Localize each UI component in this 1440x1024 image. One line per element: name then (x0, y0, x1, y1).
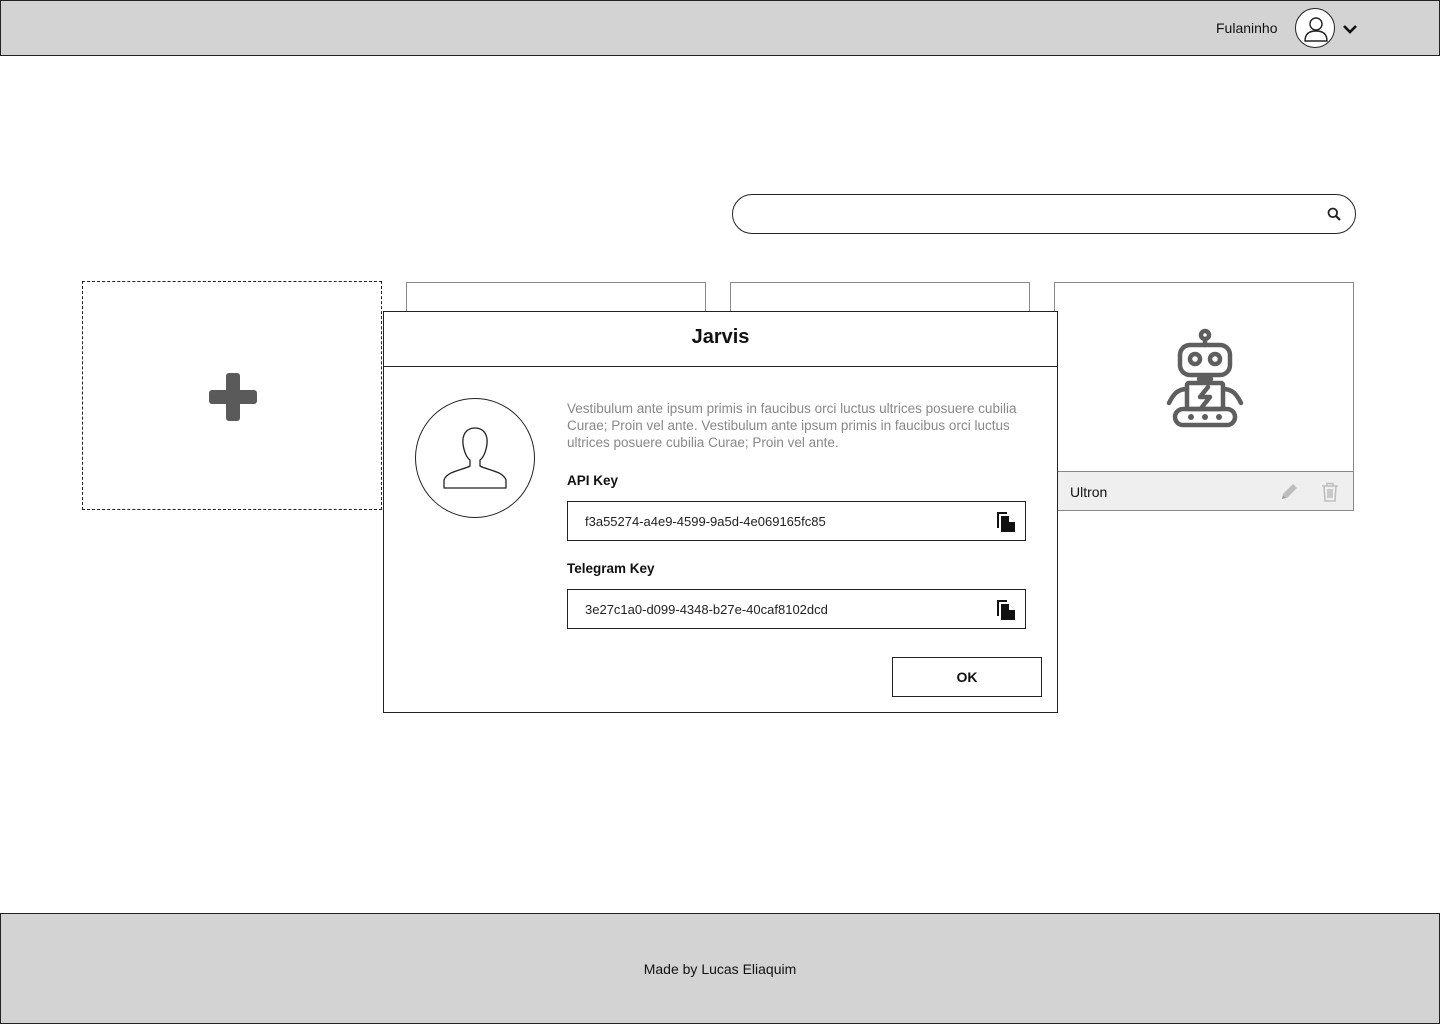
search-bar (732, 194, 1356, 234)
copy-icon[interactable] (996, 599, 1016, 621)
user-name: Fulaninho (1216, 20, 1278, 36)
bot-description: Vestibulum ante ipsum primis in faucibus… (567, 401, 1017, 450)
plus-icon (209, 373, 257, 421)
page-footer: Made by Lucas Eliaquim (0, 913, 1440, 1024)
telegram-key-label: Telegram Key (567, 561, 655, 576)
bot-card[interactable]: Ultron (1054, 282, 1354, 511)
footer-credit: Made by Lucas Eliaquim (643, 961, 797, 977)
user-silhouette-icon (443, 427, 507, 489)
edit-icon[interactable] (1279, 482, 1299, 502)
api-key-label: API Key (567, 473, 619, 488)
bot-card-footer: Ultron (1055, 471, 1353, 510)
search-icon[interactable] (1327, 207, 1341, 221)
modal-title: Jarvis (691, 326, 750, 348)
user-avatar-button[interactable] (1295, 8, 1335, 48)
api-key-value: f3a55274-a4e9-4599-9a5d-4e069165fc85 (585, 514, 826, 529)
robot-icon (1166, 328, 1244, 428)
chevron-down-icon[interactable] (1342, 23, 1358, 35)
top-bar: Fulaninho (0, 0, 1440, 56)
telegram-key-value: 3e27c1a0-d099-4348-b27e-40caf8102dcd (585, 602, 828, 617)
user-icon (1304, 17, 1328, 42)
search-input[interactable] (749, 203, 1309, 225)
trash-icon[interactable] (1321, 482, 1339, 502)
bot-details-modal: Jarvis Vestibulum ante ipsum primis in f… (383, 311, 1058, 713)
telegram-key-field[interactable]: 3e27c1a0-d099-4348-b27e-40caf8102dcd (567, 589, 1026, 629)
bot-name: Ultron (1070, 484, 1108, 500)
ok-button[interactable]: OK (892, 657, 1042, 697)
add-bot-card[interactable] (82, 281, 382, 510)
bot-card-image (1055, 283, 1353, 471)
bot-avatar (415, 398, 535, 518)
api-key-field[interactable]: f3a55274-a4e9-4599-9a5d-4e069165fc85 (567, 501, 1026, 541)
copy-icon[interactable] (996, 511, 1016, 533)
modal-header: Jarvis (384, 312, 1057, 367)
